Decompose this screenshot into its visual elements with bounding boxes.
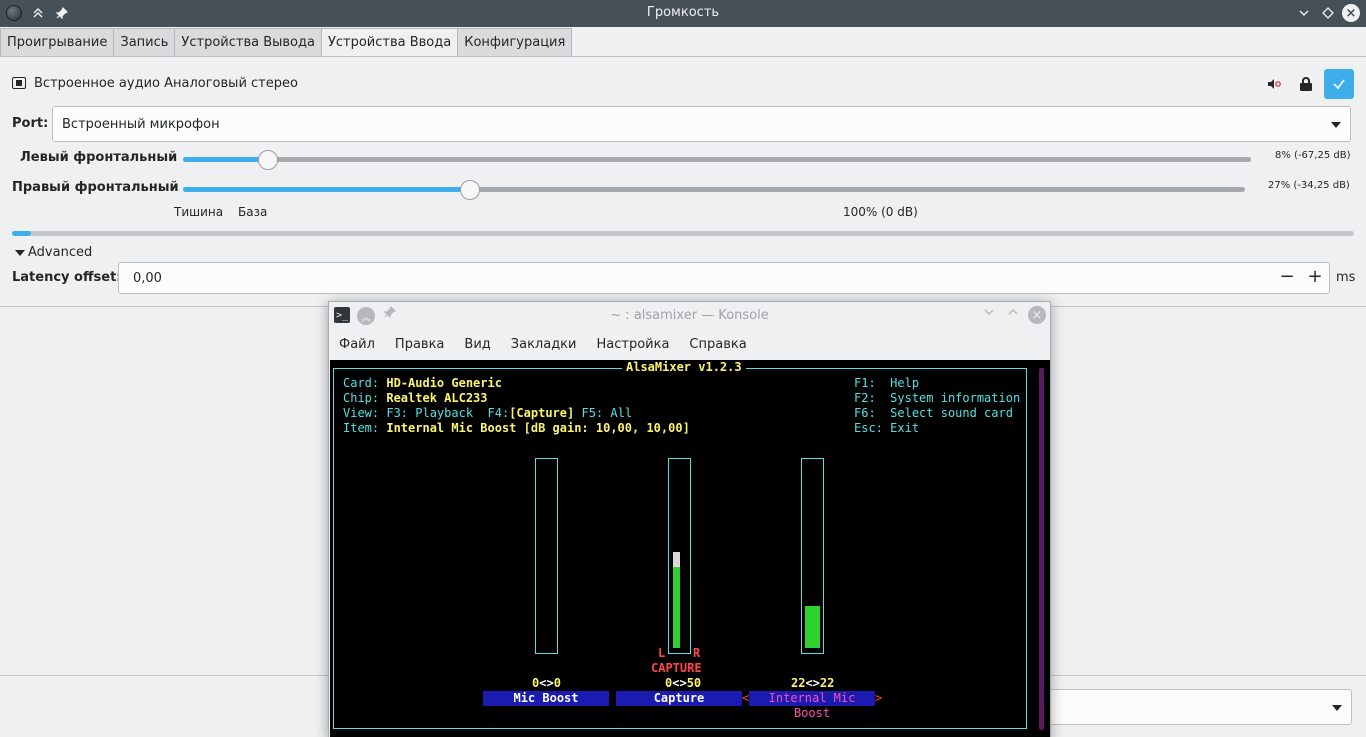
fader-capture[interactable] xyxy=(668,458,691,654)
profile-select[interactable] xyxy=(1020,689,1352,725)
close-icon[interactable]: × xyxy=(1341,3,1361,23)
konsole-window: >_ ︽ ~ : alsamixer — Konsole × Файл Прав… xyxy=(328,301,1051,737)
channel-slider-right-handle[interactable] xyxy=(459,180,480,200)
channel-value-left: 8% (-67,25 dB) xyxy=(1275,150,1351,161)
tab-bar: Проигрывание Запись Устройства Вывода Ус… xyxy=(0,28,573,57)
chevron-down-icon xyxy=(1332,705,1342,711)
increment-button[interactable]: + xyxy=(1305,266,1325,287)
latency-label: Latency offset: xyxy=(12,270,122,285)
lock-icon[interactable] xyxy=(1300,77,1312,91)
menu-bookmarks[interactable]: Закладки xyxy=(501,333,587,359)
help-f6: F6: Select sound card xyxy=(854,406,1013,420)
maximize-icon[interactable] xyxy=(1007,306,1019,322)
view-line: View: F3: Playback F4:[Capture] F5: All xyxy=(343,406,633,420)
tab-configuration[interactable]: Конфигурация xyxy=(457,28,573,57)
fader-level-fill xyxy=(805,606,820,648)
value-mic-boost: 0<>0 xyxy=(532,676,561,690)
terminal-area[interactable]: AlsaMixer v1.2.3 Card: HD-Audio Generic … xyxy=(330,360,1050,737)
channel-slider-left-handle[interactable] xyxy=(258,150,279,170)
advanced-toggle[interactable]: Advanced xyxy=(28,245,92,260)
tab-input-devices[interactable]: Устройства Ввода xyxy=(320,28,459,57)
minimize-icon[interactable] xyxy=(983,306,995,322)
port-value: Встроенный микрофон xyxy=(62,117,220,132)
control-name-internal-mic-boost[interactable]: Internal Mic Boost xyxy=(749,691,875,720)
chip-line: Chip: Realtek ALC233 xyxy=(343,391,488,405)
window-title: Громкость xyxy=(646,5,720,20)
menu-view[interactable]: Вид xyxy=(454,333,500,359)
minimize-icon[interactable] xyxy=(1294,3,1314,23)
tab-output-devices[interactable]: Устройства Вывода xyxy=(174,28,322,57)
menu-file[interactable]: Файл xyxy=(329,333,385,359)
default-device-button[interactable] xyxy=(1324,69,1354,99)
channel-slider-right-fill xyxy=(183,187,470,192)
device-name: Встроенное аудио Аналоговый стерео xyxy=(34,76,298,91)
scale-full: 100% (0 dB) xyxy=(843,205,918,219)
audio-card-icon xyxy=(12,77,26,89)
item-line: Item: Internal Mic Boost [dB gain: 10,00… xyxy=(343,421,690,435)
scale-base: База xyxy=(238,205,268,219)
fader-peak-marker xyxy=(673,552,680,567)
konsole-menubar: Файл Правка Вид Закладки Настройка Справ… xyxy=(329,333,757,359)
channel-slider-left[interactable] xyxy=(183,157,1251,162)
konsole-window-title: ~ : alsamixer — Konsole xyxy=(610,308,769,323)
konsole-title-bar: >_ ︽ ~ : alsamixer — Konsole × xyxy=(329,302,1050,330)
value-internal-mic-boost: 22<>22 xyxy=(791,676,835,690)
latency-unit: ms xyxy=(1336,270,1356,285)
tab-playback[interactable]: Проигрывание xyxy=(0,28,115,57)
port-select[interactable]: Встроенный микрофон xyxy=(52,106,1351,142)
channel-slider-left-fill xyxy=(183,157,269,162)
fader-level-fill xyxy=(673,567,680,648)
title-bar: Громкость × xyxy=(0,0,1366,27)
capture-label: CAPTURE xyxy=(651,661,702,675)
decrement-button[interactable]: − xyxy=(1277,266,1297,287)
port-label: Port: xyxy=(12,116,49,131)
fader-internal-mic-boost[interactable] xyxy=(801,458,824,654)
latency-value[interactable]: 0,00 xyxy=(133,271,162,286)
channel-label-left: Левый фронтальный xyxy=(20,150,178,165)
tab-recording[interactable]: Запись xyxy=(113,28,176,57)
card-line: Card: HD-Audio Generic xyxy=(343,376,502,390)
control-name-capture[interactable]: Capture xyxy=(616,691,742,706)
expand-arrow-icon[interactable] xyxy=(15,250,25,256)
help-esc: Esc: Exit xyxy=(854,421,920,435)
selection-bracket-close: > xyxy=(875,691,883,705)
scale-silence: Тишина xyxy=(174,205,224,219)
control-name-mic-boost[interactable]: Mic Boost xyxy=(483,691,609,706)
menu-help[interactable]: Справка xyxy=(679,333,756,359)
menu-edit[interactable]: Правка xyxy=(385,333,454,359)
checkmark-icon xyxy=(1333,79,1345,90)
menu-settings[interactable]: Настройка xyxy=(586,333,679,359)
capture-right-flag: R xyxy=(693,646,701,660)
tab-divider xyxy=(0,56,1366,57)
chevron-down-icon xyxy=(1331,122,1341,128)
alsamixer-header: AlsaMixer v1.2.3 xyxy=(622,360,746,374)
help-f2: F2: System information xyxy=(854,391,1021,405)
value-capture: 0<>50 xyxy=(665,676,702,690)
latency-spinbox[interactable]: 0,00 − + xyxy=(118,262,1330,294)
help-f1: F1: Help xyxy=(854,376,920,390)
maximize-icon[interactable] xyxy=(1318,3,1338,23)
channel-value-right: 27% (-34,25 dB) xyxy=(1268,180,1350,191)
level-meter xyxy=(12,231,1354,236)
terminal-scrollbar[interactable] xyxy=(1039,368,1044,730)
fader-mic-boost[interactable] xyxy=(535,458,558,654)
channel-label-right: Правый фронтальный xyxy=(12,180,179,195)
capture-left-flag: L xyxy=(658,646,666,660)
close-icon[interactable]: × xyxy=(1028,306,1046,324)
level-meter-fill xyxy=(12,231,31,236)
speaker-muted-icon[interactable] xyxy=(1266,76,1282,92)
